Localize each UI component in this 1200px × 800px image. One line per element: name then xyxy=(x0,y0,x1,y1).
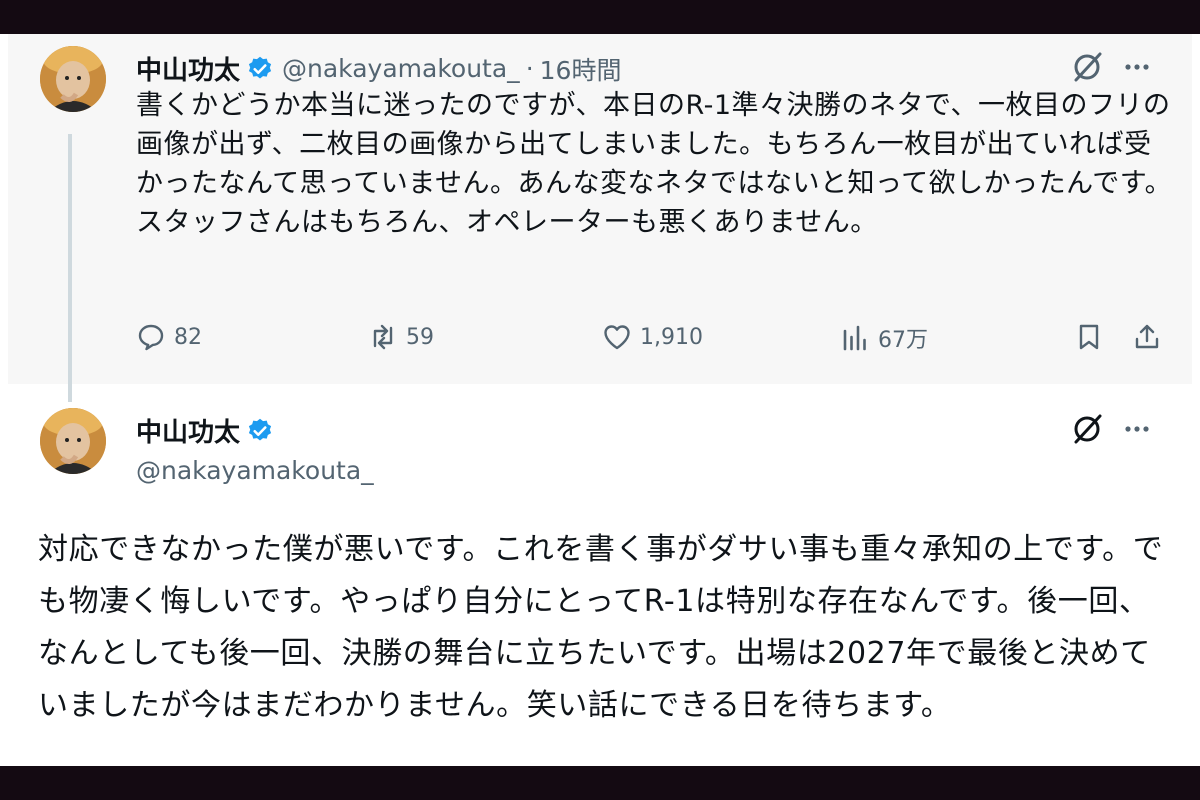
reply-count: 82 xyxy=(174,324,202,350)
like-button[interactable]: 1,910 xyxy=(602,322,703,352)
more-icon[interactable] xyxy=(1122,414,1152,444)
reply-icon xyxy=(138,324,164,351)
tweet-2-corner-actions xyxy=(1070,412,1152,446)
verified-badge-icon xyxy=(248,56,272,78)
bookmark-button[interactable] xyxy=(1074,322,1112,352)
avatar[interactable] xyxy=(40,408,106,474)
avatar[interactable] xyxy=(40,46,106,112)
more-icon[interactable] xyxy=(1122,52,1152,82)
tweet-2-text: 対応できなかった僕が悪いです。これを書く事がダサい事も重々承知の上です。でも物凄… xyxy=(38,532,1164,723)
verified-badge-icon xyxy=(248,418,272,440)
tweet-1-header: 中山功太 @nakayamakouta_ · 16時間 xyxy=(136,50,621,87)
reply-button[interactable]: 82 xyxy=(136,322,202,352)
repost-button[interactable]: 59 xyxy=(368,322,434,352)
tweet-1-actions: 82 59 1,910 67万 xyxy=(136,322,1176,362)
timestamp[interactable]: 16時間 xyxy=(540,51,622,87)
repost-icon xyxy=(373,324,393,350)
tweet-thread: 中山功太 @nakayamakouta_ · 16時間 書くかどうか本当に迷った… xyxy=(0,34,1200,766)
like-count: 1,910 xyxy=(640,324,703,350)
display-name[interactable]: 中山功太 xyxy=(136,412,240,449)
display-name[interactable]: 中山功太 xyxy=(136,50,240,87)
tweet-1[interactable]: 中山功太 @nakayamakouta_ · 16時間 書くかどうか本当に迷った… xyxy=(8,34,1192,384)
share-button[interactable] xyxy=(1132,322,1170,352)
tweet-2-header: 中山功太 xyxy=(136,412,274,449)
repost-count: 59 xyxy=(406,324,434,350)
thread-connector-line xyxy=(68,134,72,402)
handle[interactable]: @nakayamakouta_ xyxy=(136,456,374,485)
tweet-1-corner-actions xyxy=(1070,50,1152,84)
handle[interactable]: @nakayamakouta_ xyxy=(282,54,520,83)
bookmark-icon xyxy=(1079,324,1099,350)
grok-slash-icon[interactable] xyxy=(1070,50,1104,84)
views-count: 67万 xyxy=(878,328,928,353)
views-icon xyxy=(843,325,866,351)
like-icon xyxy=(604,325,630,350)
tweet-1-text: 書くかどうか本当に迷ったのですが、本日のR-1準々決勝のネタで、一枚目のフリの画… xyxy=(136,90,1173,238)
share-icon xyxy=(1135,324,1159,349)
views-button[interactable]: 67万 xyxy=(840,322,928,354)
separator: · xyxy=(525,54,534,83)
grok-slash-icon[interactable] xyxy=(1070,412,1104,446)
